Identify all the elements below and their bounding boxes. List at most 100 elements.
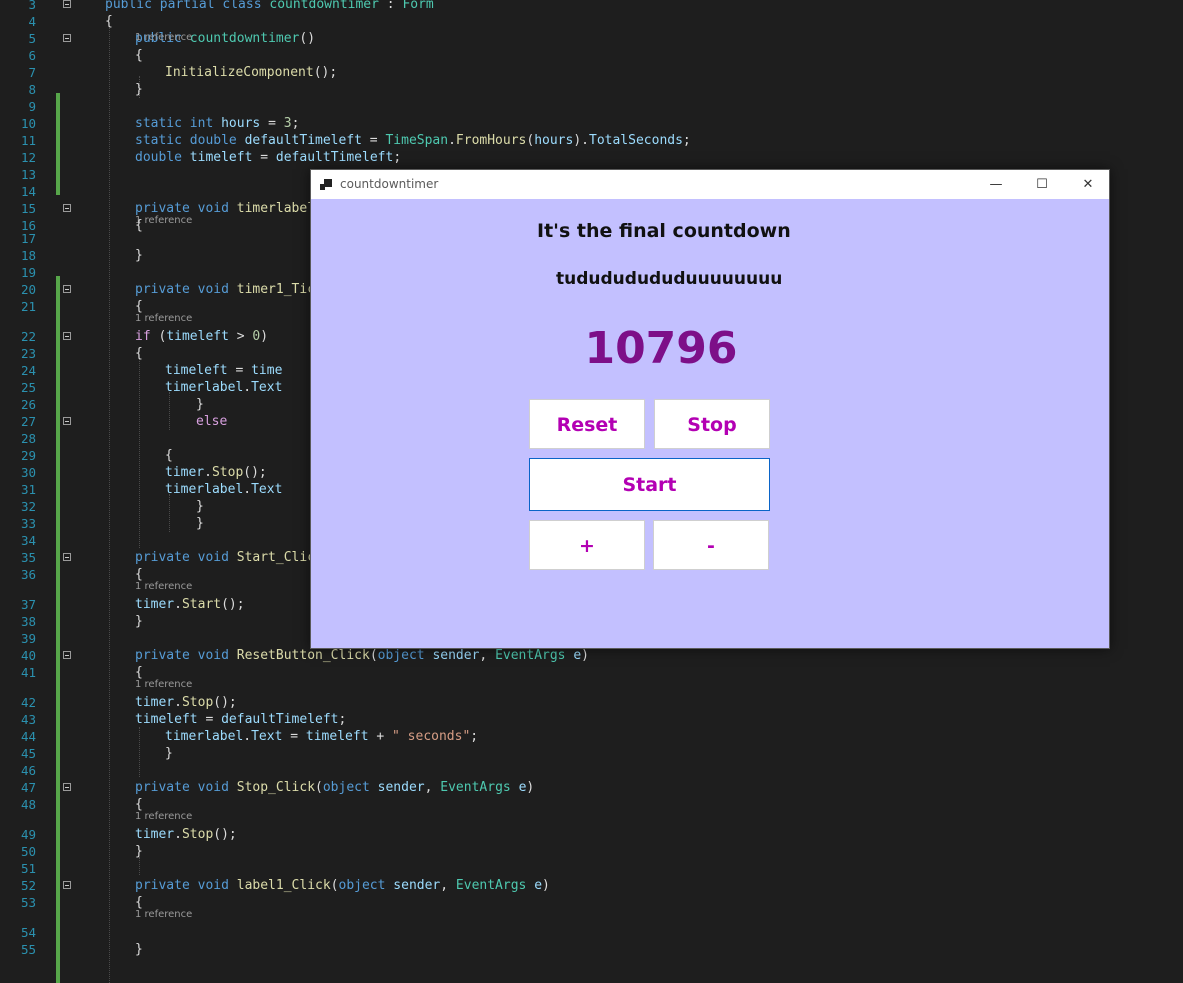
- window-titlebar[interactable]: countdowntimer — ☐ ✕: [311, 170, 1109, 199]
- line-number: 34: [20, 533, 36, 548]
- code-line[interactable]: 53 {: [0, 894, 1183, 911]
- collapse-icon[interactable]: [63, 285, 71, 293]
- collapse-icon[interactable]: [63, 332, 71, 340]
- maximize-button[interactable]: ☐: [1019, 170, 1065, 199]
- reset-button[interactable]: Reset: [529, 399, 645, 449]
- code-text: double timeleft = defaultTimeleft;: [135, 150, 402, 165]
- code-text: }: [135, 844, 143, 859]
- close-button[interactable]: ✕: [1065, 170, 1111, 199]
- code-line[interactable]: 6{: [0, 47, 1183, 64]
- collapse-icon[interactable]: [63, 0, 71, 8]
- code-line[interactable]: 42 timer.Stop();: [0, 694, 1183, 711]
- code-line[interactable]: 4{: [0, 13, 1183, 30]
- code-text: timerlabel.Text: [165, 482, 283, 497]
- code-text: timer.Stop();: [135, 827, 237, 842]
- collapse-icon[interactable]: [63, 553, 71, 561]
- code-line[interactable]: 45}: [0, 745, 1183, 762]
- code-line[interactable]: 9: [0, 98, 1183, 115]
- collapse-icon[interactable]: [63, 34, 71, 42]
- line-number: 55: [20, 942, 36, 957]
- window-title: countdowntimer: [340, 177, 439, 191]
- code-text: }: [196, 499, 204, 514]
- code-line[interactable]: 3 public partial class countdowntimer : F…: [0, 0, 1183, 13]
- minimize-icon: —: [989, 177, 1003, 192]
- line-number: 22: [20, 329, 36, 344]
- line-number: 29: [20, 448, 36, 463]
- code-text: private void ResetButton_Click(object se…: [135, 648, 589, 663]
- line-number: 39: [20, 631, 36, 646]
- close-icon: ✕: [1082, 177, 1094, 192]
- line-number: 26: [20, 397, 36, 412]
- line-number: 47: [20, 780, 36, 795]
- start-button[interactable]: Start: [529, 458, 770, 511]
- code-line[interactable]: 47 private void Stop_Click(object sender,…: [0, 779, 1183, 796]
- collapse-icon[interactable]: [63, 417, 71, 425]
- collapse-icon[interactable]: [63, 881, 71, 889]
- code-line[interactable]: 50}: [0, 843, 1183, 860]
- code-line[interactable]: 10 static int hours = 3;: [0, 115, 1183, 132]
- line-number: 24: [20, 363, 36, 378]
- code-line[interactable]: 48 {: [0, 796, 1183, 813]
- line-number: 25: [20, 380, 36, 395]
- heading-label: It's the final countdown: [537, 220, 791, 242]
- code-text: timer.Start();: [135, 597, 245, 612]
- code-line[interactable]: 44 timerlabel.Text = timeleft + " seconds…: [0, 728, 1183, 745]
- minus-button[interactable]: -: [653, 520, 769, 570]
- line-number: 32: [20, 499, 36, 514]
- code-line[interactable]: 43 timeleft = defaultTimeleft;: [0, 711, 1183, 728]
- code-text: {: [135, 665, 143, 680]
- collapse-icon[interactable]: [63, 651, 71, 659]
- code-text: {: [135, 567, 143, 582]
- line-number: 6: [28, 48, 36, 63]
- code-text: {: [135, 299, 143, 314]
- line-number: 18: [20, 248, 36, 263]
- code-line[interactable]: 54: [0, 924, 1183, 941]
- plus-button[interactable]: +: [529, 520, 645, 570]
- collapse-icon[interactable]: [63, 783, 71, 791]
- code-line[interactable]: 49 timer.Stop();: [0, 826, 1183, 843]
- line-number: 36: [20, 567, 36, 582]
- line-number: 43: [20, 712, 36, 727]
- line-number: 35: [20, 550, 36, 565]
- countdowntimer-window[interactable]: countdowntimer — ☐ ✕ It's the final coun…: [310, 169, 1110, 649]
- code-text: static int hours = 3;: [135, 116, 300, 131]
- code-line[interactable]: 8}: [0, 81, 1183, 98]
- subheading-label: tudududududuuuuuuuu: [556, 269, 783, 289]
- code-text: public partial class countdowntimer : Fo…: [105, 0, 434, 12]
- code-text: }: [196, 516, 204, 531]
- line-number: 9: [28, 99, 36, 114]
- code-line[interactable]: 55}: [0, 941, 1183, 958]
- code-lens-reference[interactable]: 1 reference: [135, 32, 192, 44]
- line-number: 44: [20, 729, 36, 744]
- collapse-icon[interactable]: [63, 204, 71, 212]
- line-number: 15: [20, 201, 36, 216]
- line-number: 45: [20, 746, 36, 761]
- code-line[interactable]: 46: [0, 762, 1183, 779]
- code-line[interactable]: 11 static double defaultTimeleft = TimeSp…: [0, 132, 1183, 149]
- minimize-button[interactable]: —: [973, 170, 1019, 199]
- code-line[interactable]: 7 InitializeComponent();: [0, 64, 1183, 81]
- line-number: 17: [20, 231, 36, 246]
- code-line[interactable]: 40 private void ResetButton_Click(object …: [0, 647, 1183, 664]
- code-text: private void label1_Click(object sender,…: [135, 878, 550, 893]
- code-line[interactable]: 52 private void label1_Click(object sende…: [0, 877, 1183, 894]
- line-number: 14: [20, 184, 36, 199]
- line-number: 37: [20, 597, 36, 612]
- line-number: 52: [20, 878, 36, 893]
- app-icon: [320, 179, 332, 190]
- line-number: 48: [20, 797, 36, 812]
- code-text: {: [165, 448, 173, 463]
- code-text: private void timer1_Tic: [135, 282, 316, 297]
- code-line[interactable]: 12 double timeleft = defaultTimeleft;: [0, 149, 1183, 166]
- code-line[interactable]: 51: [0, 860, 1183, 877]
- code-text: timerlabel.Text: [165, 380, 283, 395]
- code-line[interactable]: 41 {: [0, 664, 1183, 681]
- maximize-icon: ☐: [1036, 177, 1048, 192]
- line-number: 8: [28, 82, 36, 97]
- code-text: {: [105, 14, 113, 29]
- code-text: {: [135, 797, 143, 812]
- stop-button[interactable]: Stop: [654, 399, 770, 449]
- code-text: }: [165, 746, 173, 761]
- line-number: 3: [28, 0, 36, 12]
- line-number: 41: [20, 665, 36, 680]
